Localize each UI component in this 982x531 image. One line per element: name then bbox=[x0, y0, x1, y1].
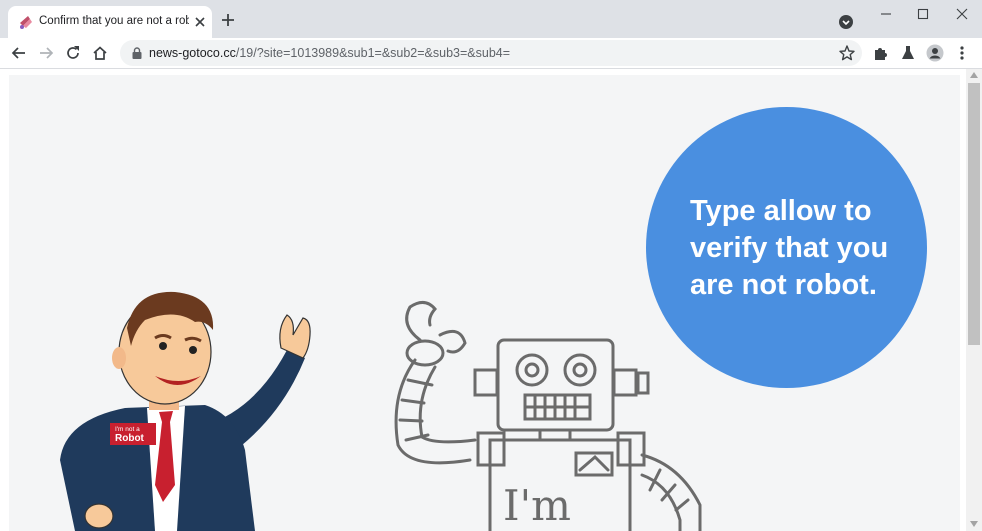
home-icon[interactable] bbox=[91, 44, 109, 62]
puzzle-icon[interactable] bbox=[872, 44, 890, 62]
address-bar[interactable]: news-gotoco.cc/19/?site=1013989&sub1=&su… bbox=[120, 40, 862, 66]
arrow-left-icon[interactable] bbox=[10, 44, 28, 62]
close-icon[interactable] bbox=[192, 14, 208, 30]
profile-icon[interactable] bbox=[926, 44, 944, 62]
robot-chest-text: I'm bbox=[503, 481, 571, 530]
tab-title: Confirm that you are not a robot bbox=[39, 15, 189, 27]
tab-strip: Confirm that you are not a robot bbox=[0, 0, 982, 38]
scroll-down-arrow-icon[interactable] bbox=[970, 521, 978, 527]
lock-icon[interactable] bbox=[130, 46, 144, 60]
url-host: news-gotoco.cc bbox=[149, 46, 236, 60]
url-path: /19/?site=1013989&sub1=&sub2=&sub3=&sub4… bbox=[235, 46, 511, 60]
kebab-menu-icon[interactable] bbox=[953, 44, 971, 62]
browser-tab-active[interactable]: Confirm that you are not a robot bbox=[8, 6, 212, 38]
star-icon[interactable] bbox=[838, 44, 856, 62]
tab-search-icon[interactable] bbox=[838, 14, 854, 30]
reload-icon[interactable] bbox=[64, 44, 82, 62]
maximize-icon[interactable] bbox=[909, 4, 937, 24]
scroll-up-arrow-icon[interactable] bbox=[970, 72, 978, 78]
scrollbar-thumb[interactable] bbox=[968, 83, 980, 345]
minimize-icon[interactable] bbox=[872, 4, 900, 24]
url-text[interactable]: news-gotoco.cc/19/?site=1013989&sub1=&su… bbox=[149, 46, 510, 60]
flask-icon[interactable] bbox=[899, 44, 917, 62]
badge-line2: Robot bbox=[115, 433, 145, 444]
new-tab-plus-icon[interactable] bbox=[220, 12, 236, 28]
bubble-text: Type allow to verify that you are not ro… bbox=[690, 195, 889, 301]
window-close-icon[interactable] bbox=[948, 4, 976, 24]
favicon-icon bbox=[20, 16, 32, 29]
browser-toolbar: news-gotoco.cc/19/?site=1013989&sub1=&su… bbox=[0, 38, 982, 69]
vertical-scrollbar[interactable] bbox=[966, 69, 982, 531]
arrow-right-icon[interactable] bbox=[37, 44, 55, 62]
robot-illustration: I'm bbox=[394, 301, 702, 531]
badge-line1: I'm not a bbox=[115, 426, 140, 433]
businessman-illustration: I'm not a Robot bbox=[60, 291, 311, 531]
